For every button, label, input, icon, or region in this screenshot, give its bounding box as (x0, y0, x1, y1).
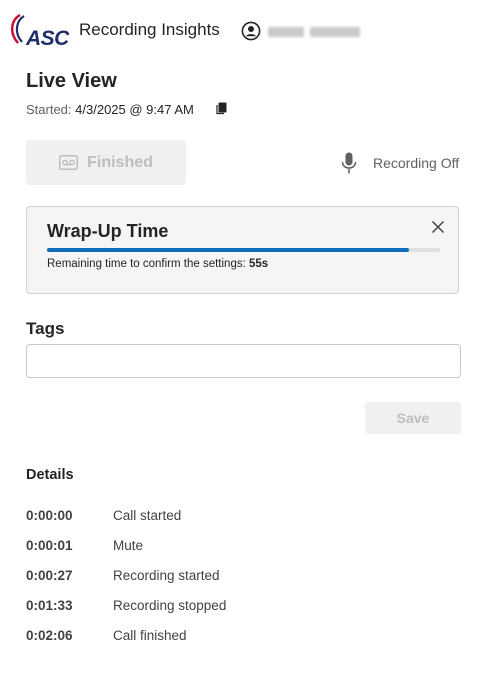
started-value: 4/3/2025 @ 9:47 AM (75, 102, 194, 117)
details-row: 0:00:27 Recording started (26, 568, 426, 586)
wrapup-remaining-time: 55s (248, 258, 269, 270)
wrapup-panel: Wrap-Up Time Remaining time to confirm t… (26, 206, 459, 294)
wrapup-progress-bar (47, 248, 440, 252)
finished-button-label: Finished (87, 153, 153, 171)
logo-text: ASC (26, 27, 69, 50)
details-label: Details (26, 467, 74, 483)
tags-label: Tags (26, 319, 65, 338)
wrapup-progress-fill (47, 248, 409, 252)
details-row: 0:00:00 Call started (26, 508, 426, 526)
tags-input[interactable] (26, 344, 461, 378)
details-row-event: Recording stopped (113, 598, 227, 613)
close-icon[interactable] (431, 220, 445, 234)
wrapup-message: Remaining time to confirm the settings: … (47, 258, 268, 270)
details-row-time: 0:00:01 (26, 538, 73, 553)
user-name-redacted (268, 27, 360, 37)
microphone-icon (341, 152, 357, 174)
started-info: Started: 4/3/2025 @ 9:47 AM (26, 102, 194, 117)
recording-status: Recording Off (341, 152, 459, 174)
started-label: Started: (26, 102, 72, 117)
details-row-time: 0:02:06 (26, 628, 73, 643)
app-header: ASC Recording Insights (0, 0, 496, 60)
page-title: Live View (26, 70, 117, 92)
wrapup-message-text: Remaining time to confirm the settings: (47, 258, 246, 270)
details-row-event: Recording started (113, 568, 220, 583)
asc-logo: ASC (6, 12, 69, 50)
details-row-event: Call finished (113, 628, 187, 643)
details-row: 0:02:06 Call finished (26, 628, 426, 646)
details-row-time: 0:00:00 (26, 508, 73, 523)
copy-icon[interactable] (216, 102, 227, 115)
wrapup-title: Wrap-Up Time (47, 221, 169, 241)
details-row-time: 0:01:33 (26, 598, 73, 613)
user-circle-icon[interactable] (241, 21, 261, 41)
voicemail-icon (59, 155, 79, 170)
save-button[interactable]: Save (365, 402, 461, 434)
details-row-time: 0:00:27 (26, 568, 73, 583)
details-row: 0:00:01 Mute (26, 538, 426, 556)
finished-button[interactable]: Finished (26, 140, 186, 185)
recording-status-label: Recording Off (373, 155, 460, 171)
app-title: Recording Insights (79, 20, 220, 39)
details-row-event: Mute (113, 538, 144, 553)
details-row-event: Call started (113, 508, 182, 523)
details-row: 0:01:33 Recording stopped (26, 598, 426, 616)
